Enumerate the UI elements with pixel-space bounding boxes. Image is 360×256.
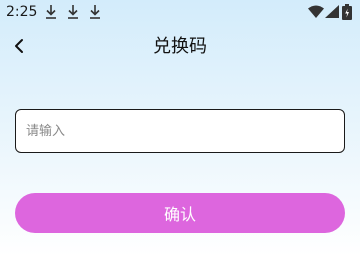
wifi-icon (308, 5, 324, 18)
page-title: 兑换码 (153, 36, 207, 57)
battery-icon (342, 4, 352, 20)
download-icon (68, 5, 78, 19)
download-icon (46, 5, 56, 19)
status-time: 2:25 (6, 4, 38, 20)
download-icon (90, 5, 100, 19)
confirm-button[interactable]: 确认 (15, 193, 345, 233)
redeem-code-input[interactable] (15, 109, 345, 153)
signal-icon (325, 5, 339, 18)
status-bar: 2:25 (0, 0, 360, 24)
